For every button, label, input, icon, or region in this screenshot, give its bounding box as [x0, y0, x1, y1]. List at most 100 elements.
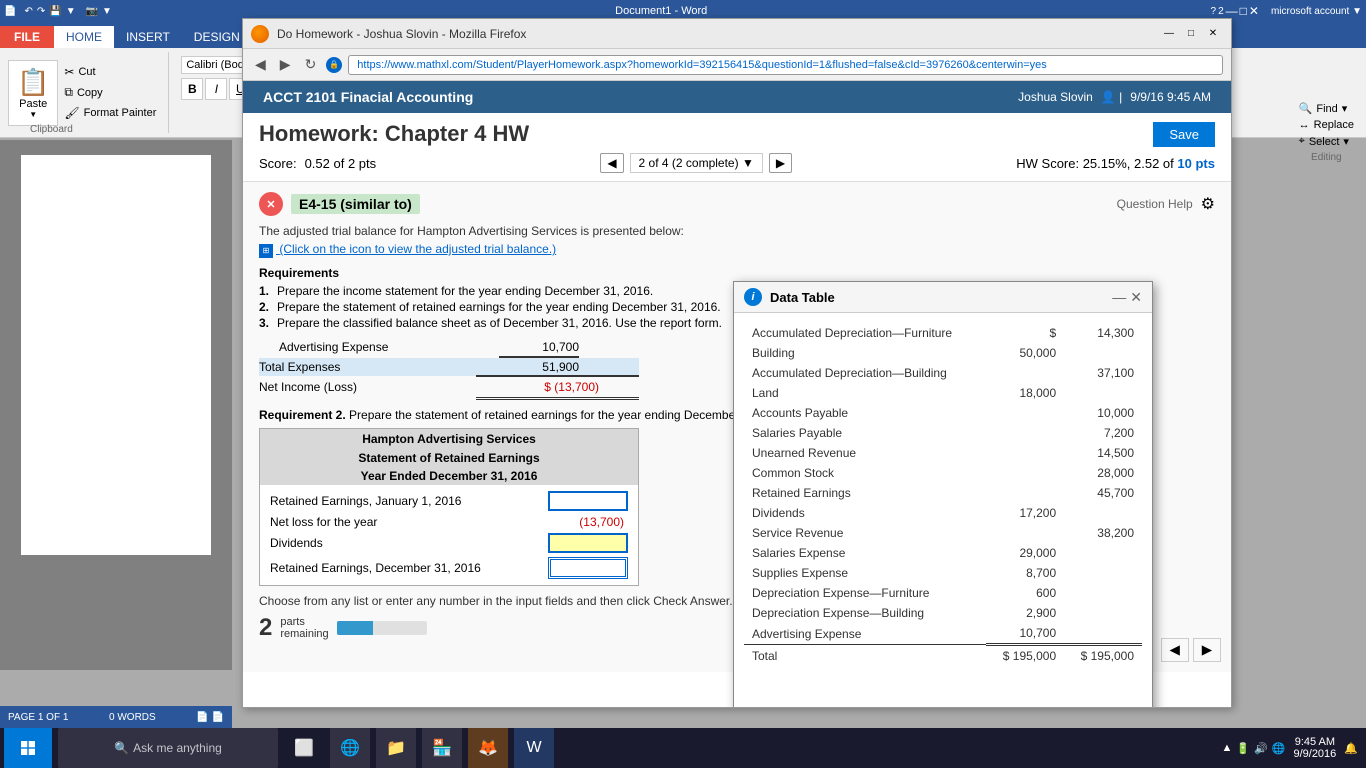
replace-button[interactable]: ↔ Replace	[1299, 119, 1354, 131]
table-row: Retained Earnings	[744, 483, 986, 503]
parts-num: 2	[259, 614, 272, 642]
adv-exp-value: 10,700	[476, 338, 639, 356]
tab-file[interactable]: FILE	[0, 26, 54, 48]
table-row: Accumulated Depreciation—Furniture	[744, 323, 986, 343]
progress-fill	[337, 621, 373, 635]
net-loss-label: Net loss for the year	[270, 515, 377, 529]
modal-close-button[interactable]: ✕	[1130, 289, 1142, 306]
table-row: Land	[744, 383, 986, 403]
adv-exp-label: Advertising Expense	[259, 338, 476, 356]
stmt-period: Year Ended December 31, 2016	[260, 467, 638, 485]
re-dec-label: Retained Earnings, December 31, 2016	[270, 561, 481, 575]
user-name: Joshua Slovin	[1018, 90, 1093, 104]
search-placeholder: Ask me anything	[133, 741, 222, 755]
words-status: 0 WORDS	[109, 712, 156, 723]
maximize-button[interactable]: □	[1181, 24, 1201, 44]
table-row: Supplies Expense	[744, 563, 986, 583]
tab-insert[interactable]: INSERT	[114, 26, 182, 48]
stmt-name: Statement of Retained Earnings	[260, 449, 638, 467]
format-painter-button[interactable]: 🖌 Format Painter	[62, 104, 158, 122]
editing-group-label: Editing	[1299, 152, 1354, 163]
word-taskbar-icon[interactable]: W	[514, 728, 554, 768]
url-bar[interactable]	[348, 55, 1223, 75]
next-question-button[interactable]: ▶	[769, 153, 792, 173]
next-nav-bottom[interactable]: ▶	[1193, 638, 1221, 662]
security-icon: 🔒	[326, 57, 342, 73]
table-row: Building	[744, 343, 986, 363]
word-title: Document1 - Word	[615, 5, 707, 17]
prev-nav-bottom[interactable]: ◀	[1161, 638, 1189, 662]
firefox-taskbar-icon[interactable]: 🦊	[468, 728, 508, 768]
browser-title: Do Homework - Joshua Slovin - Mozilla Fi…	[277, 27, 526, 41]
page-dropdown[interactable]: 2 of 4 (2 complete) ▼	[630, 153, 763, 173]
question-code: E4-15 (similar to)	[291, 194, 420, 214]
back-button[interactable]: ◀	[251, 54, 270, 75]
edge-icon[interactable]: 🌐	[330, 728, 370, 768]
prev-question-button[interactable]: ◀	[600, 153, 623, 173]
score-label: Score:	[259, 156, 297, 171]
question-icon: ✕	[259, 192, 283, 216]
table-row: Total	[744, 645, 986, 667]
firefox-window: Do Homework - Joshua Slovin - Mozilla Fi…	[242, 18, 1232, 708]
paste-button[interactable]: 📋 Paste ▼	[8, 60, 58, 126]
total-exp-value: 51,900	[476, 358, 639, 376]
save-button[interactable]: Save	[1153, 122, 1215, 147]
bold-button[interactable]: B	[181, 78, 203, 100]
taskview-button[interactable]: ⬜	[284, 728, 324, 768]
total-exp-label: Total Expenses	[259, 358, 476, 376]
re-jan-input[interactable]	[548, 491, 628, 511]
table-row: Accounts Payable	[744, 403, 986, 423]
firefox-logo	[251, 25, 269, 43]
copy-button[interactable]: ⧉ Copy	[62, 83, 158, 102]
settings-icon[interactable]: ⚙	[1201, 194, 1215, 214]
net-income-label: Net Income (Loss)	[259, 376, 476, 398]
taskbar-search[interactable]: 🔍 Ask me anything	[58, 728, 278, 768]
question-description: The adjusted trial balance for Hampton A…	[259, 224, 1215, 238]
hw-title: Homework: Chapter 4 HW	[259, 121, 529, 147]
taskbar-clock: 9:45 AM 9/9/2016	[1293, 736, 1336, 760]
minimize-button[interactable]: —	[1159, 24, 1179, 44]
re-jan-label: Retained Earnings, January 1, 2016	[270, 494, 461, 508]
net-income-value: $ (13,700)	[476, 376, 639, 398]
modal-minimize-button[interactable]: —	[1112, 289, 1126, 306]
start-button[interactable]	[4, 728, 52, 768]
table-row: Depreciation Expense—Furniture	[744, 583, 986, 603]
table-row: Dividends	[744, 503, 986, 523]
table-row: Service Revenue	[744, 523, 986, 543]
table-row: Unearned Revenue	[744, 443, 986, 463]
store-icon[interactable]: 🏪	[422, 728, 462, 768]
table-row: Depreciation Expense—Building	[744, 603, 986, 623]
select-button[interactable]: ⌖ Select ▾	[1299, 135, 1354, 148]
req3: Prepare the classified balance sheet as …	[277, 316, 722, 330]
modal-title: Data Table	[770, 290, 835, 305]
table-row: Advertising Expense	[744, 623, 986, 645]
req2-detail: Prepare the statement of retained earnin…	[349, 408, 793, 422]
table-row: Salaries Payable	[744, 423, 986, 443]
info-icon: i	[744, 288, 762, 306]
refresh-button[interactable]: ↻	[301, 54, 321, 75]
course-title: ACCT 2101 Finacial Accounting	[263, 89, 473, 105]
forward-button[interactable]: ▶	[276, 54, 295, 75]
hw-score-pts: 10 pts	[1177, 156, 1215, 171]
page-status: PAGE 1 OF 1	[8, 712, 68, 723]
stmt-company: Hampton Advertising Services	[260, 429, 638, 449]
table-row: Common Stock	[744, 463, 986, 483]
req1: Prepare the income statement for the yea…	[277, 284, 653, 298]
file-explorer-icon[interactable]: 📁	[376, 728, 416, 768]
table-link[interactable]: ⊞ (Click on the icon to view the adjuste…	[259, 242, 1215, 258]
italic-button[interactable]: I	[205, 78, 227, 100]
score-value: 0.52 of 2 pts	[305, 156, 377, 171]
net-loss-value: (13,700)	[579, 515, 628, 529]
cut-button[interactable]: ✂ Cut	[62, 63, 158, 81]
find-button[interactable]: 🔍 Find ▾	[1299, 102, 1354, 115]
tab-home[interactable]: HOME	[54, 26, 114, 48]
close-button[interactable]: ✕	[1203, 24, 1223, 44]
clipboard-group-label: Clipboard	[30, 124, 73, 135]
hw-score-label: HW Score: 25.15%, 2.52 of	[1016, 156, 1174, 171]
dividends-input[interactable]	[548, 533, 628, 553]
table-row: Salaries Expense	[744, 543, 986, 563]
taskbar: 🔍 Ask me anything ⬜ 🌐 📁 🏪 🦊 W ▲ 🔋 🔊 🌐 9:…	[0, 728, 1366, 768]
timestamp: 9/9/16 9:45 AM	[1130, 90, 1211, 104]
re-dec-input[interactable]	[548, 557, 628, 579]
notification-icon[interactable]: 🔔	[1344, 742, 1358, 755]
